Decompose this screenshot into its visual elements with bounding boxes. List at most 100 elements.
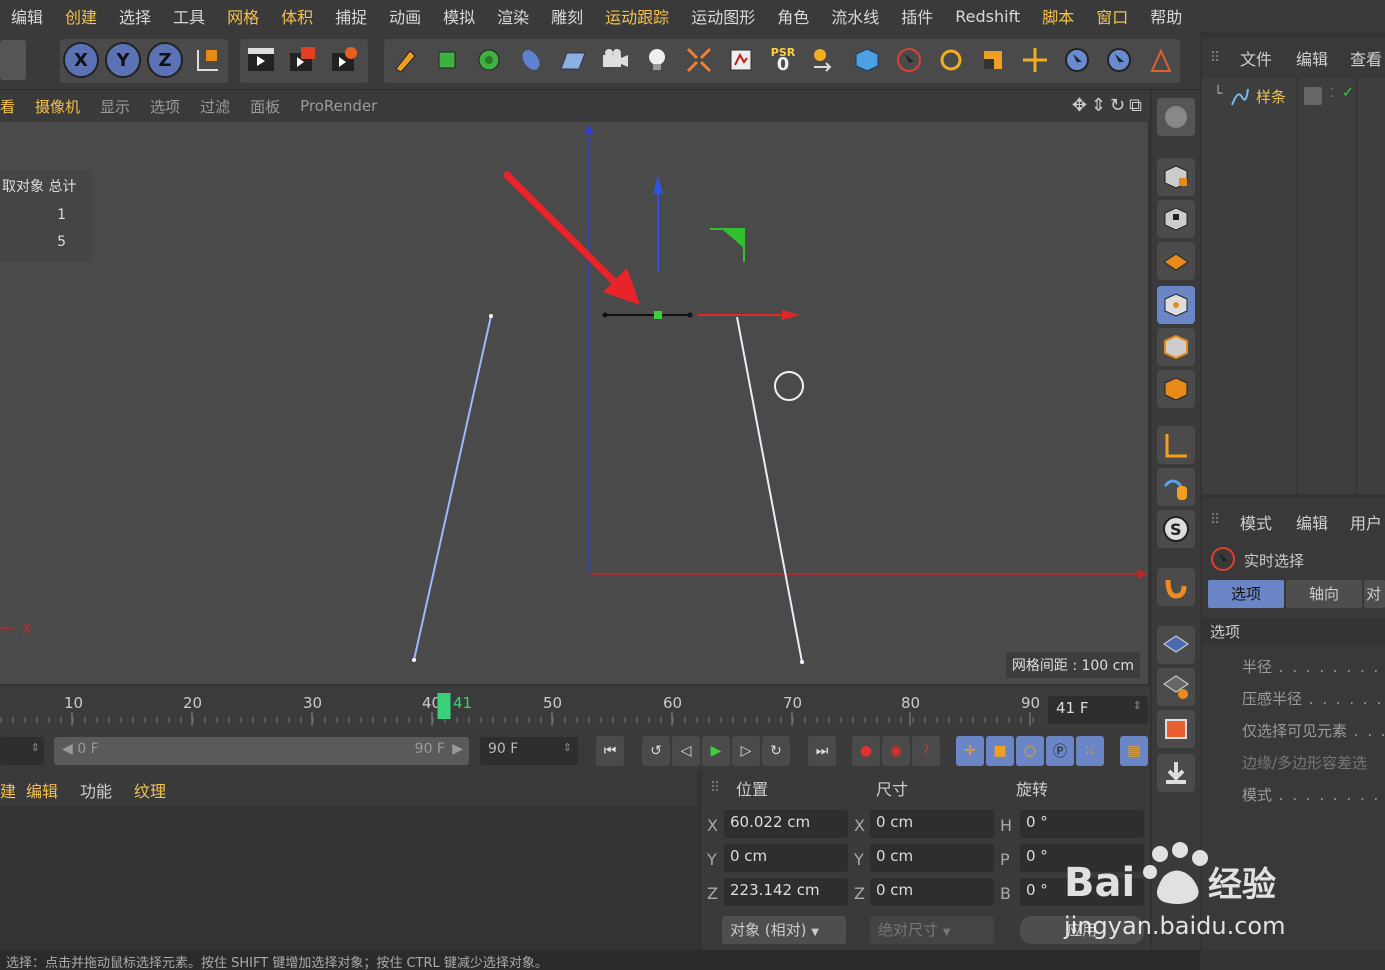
subtab-axis[interactable]: 轴向 [1286,580,1362,608]
record-icon[interactable]: ● [852,736,880,766]
spline-point[interactable] [412,658,416,662]
polygons-mode-icon[interactable] [1157,370,1195,408]
vp-menu-view[interactable]: 看 [0,96,25,117]
rot-h-field[interactable]: 0 ° [1020,810,1144,838]
object-row[interactable]: └ 样条 ⁚ ✓ [1202,84,1385,110]
planar-workplane-icon[interactable] [1157,668,1195,706]
pos-x-field[interactable]: 60.022 cm [724,810,848,838]
menu-motion-tracker[interactable]: 运动跟踪 [594,4,680,28]
om-tab-view[interactable]: 查看 [1350,38,1382,78]
key-position-icon[interactable]: ✛ [956,736,984,766]
vp-menu-prorender[interactable]: ProRender [290,97,387,115]
mat-menu-edit[interactable]: 编辑 [26,778,58,802]
next-frame-icon[interactable]: ▷ [732,736,760,766]
coordinate-system-icon[interactable] [189,40,227,80]
menu-render[interactable]: 渲染 [486,4,540,28]
make-editable-icon[interactable] [1157,98,1195,136]
points-mode-icon[interactable] [1157,286,1195,324]
mat-menu-create[interactable]: 建 [0,778,16,802]
spinner-icon[interactable]: ⇕ [563,741,572,754]
key-pla-icon[interactable]: ⁙ [1076,736,1104,766]
locked-workplane-icon[interactable] [1157,626,1195,664]
camera-icon[interactable] [596,40,634,80]
render-view-icon[interactable] [242,40,280,80]
key-parameter-icon[interactable]: Ⓟ [1046,736,1074,766]
menu-volume[interactable]: 体积 [270,4,324,28]
menu-mesh[interactable]: 网格 [216,4,270,28]
range-left-arrow-icon[interactable]: ◀ [62,741,73,757]
selected-point[interactable] [654,311,662,319]
menu-character[interactable]: 角色 [766,4,820,28]
key-rotation-icon[interactable]: ○ [1016,736,1044,766]
spline-segment-left[interactable] [413,315,492,661]
orbit-icon[interactable]: ↻ [1110,95,1125,116]
dolly-icon[interactable]: ⇕ [1091,95,1106,116]
deformer-icon[interactable] [512,40,550,80]
lock-z-icon[interactable]: Z [147,42,183,78]
cube-icon[interactable] [428,40,466,80]
lock-y-icon[interactable]: Y [105,42,141,78]
tweak-mode-icon[interactable] [1157,468,1195,506]
viewport-canvas[interactable]: X [0,122,1148,684]
snapping-magnet-icon[interactable] [1157,568,1195,606]
om-tab-edit[interactable]: 编辑 [1296,38,1328,78]
size-z-field[interactable]: 0 cm [870,878,994,906]
timeline-window-icon[interactable]: ▤ [1120,736,1148,766]
vp-menu-options[interactable]: 选项 [140,96,190,117]
effector-icon[interactable] [680,40,718,80]
tag-icon[interactable] [722,40,760,80]
enabled-check-icon[interactable]: ✓ [1342,85,1354,101]
undo-icon[interactable] [0,40,26,80]
key-scale-icon[interactable]: ■ [986,736,1014,766]
menu-create[interactable]: 创建 [54,4,108,28]
import-icon[interactable] [1157,754,1195,792]
lock-x-icon[interactable]: X [63,42,99,78]
prev-key-icon[interactable]: ↺ [642,736,670,766]
pan-icon[interactable]: ✥ [1072,95,1087,116]
menu-snap[interactable]: 捕捉 [324,4,378,28]
menu-plugins[interactable]: 插件 [890,4,944,28]
size-mode-dropdown[interactable]: 绝对尺寸 ▼ [870,916,994,944]
model-mode-icon[interactable] [1157,158,1195,196]
timeline-ruler[interactable]: 10 20 30 40 50 60 70 80 90 41 [0,686,1040,732]
gizmo-x-arrow[interactable] [782,310,800,320]
pos-y-field[interactable]: 0 cm [724,844,848,872]
menu-edit[interactable]: 编辑 [0,4,54,28]
end-frame-field[interactable]: 90 F ⇕ [480,737,578,765]
tangent-end-point[interactable] [602,312,608,318]
viewport[interactable]: X 取对象 总计 1 5 网格间距 : 100 cm [0,122,1148,684]
pos-z-field[interactable]: 223.142 cm [724,878,848,906]
next-key-icon[interactable]: ↻ [762,736,790,766]
menu-help[interactable]: 帮助 [1139,4,1193,28]
goto-start-icon[interactable]: ⏮ [596,736,624,766]
layer-icon[interactable] [1304,87,1322,105]
spinner-icon[interactable]: ⇕ [1133,699,1142,712]
menu-script[interactable]: 脚本 [1031,4,1085,28]
play-icon[interactable]: ▶ [702,736,730,766]
menu-mograph[interactable]: 运动图形 [680,4,766,28]
spline-point[interactable] [800,660,804,664]
render-settings-icon[interactable] [326,40,364,80]
tangent-end-point[interactable] [687,312,693,318]
panel-grip[interactable]: ⠿ [1210,50,1220,66]
transform-icon[interactable] [1142,40,1180,80]
live-selection-icon[interactable] [1058,40,1096,80]
om-tab-file[interactable]: 文件 [1240,38,1272,78]
subtab-symmetry[interactable]: 对 [1364,580,1385,608]
menu-simulate[interactable]: 模拟 [432,4,486,28]
spline-point[interactable] [489,314,493,318]
vp-menu-cameras[interactable]: 摄像机 [25,96,90,117]
gizmo-z-arrow[interactable] [653,176,663,194]
panel-grip[interactable]: ⠿ [710,780,720,796]
light-icon[interactable] [638,40,676,80]
mat-menu-function[interactable]: 功能 [80,778,112,802]
prev-frame-icon[interactable]: ◁ [672,736,700,766]
quantize-icon[interactable] [1157,710,1195,748]
object-name[interactable]: 样条 [1256,86,1286,107]
vp-menu-panel[interactable]: 面板 [240,96,290,117]
pen-icon[interactable] [386,40,424,80]
floor-icon[interactable] [554,40,592,80]
vp-menu-filter[interactable]: 过滤 [190,96,240,117]
panel-grip[interactable]: ⠿ [1210,512,1220,528]
spline-segment-right[interactable] [736,316,803,663]
